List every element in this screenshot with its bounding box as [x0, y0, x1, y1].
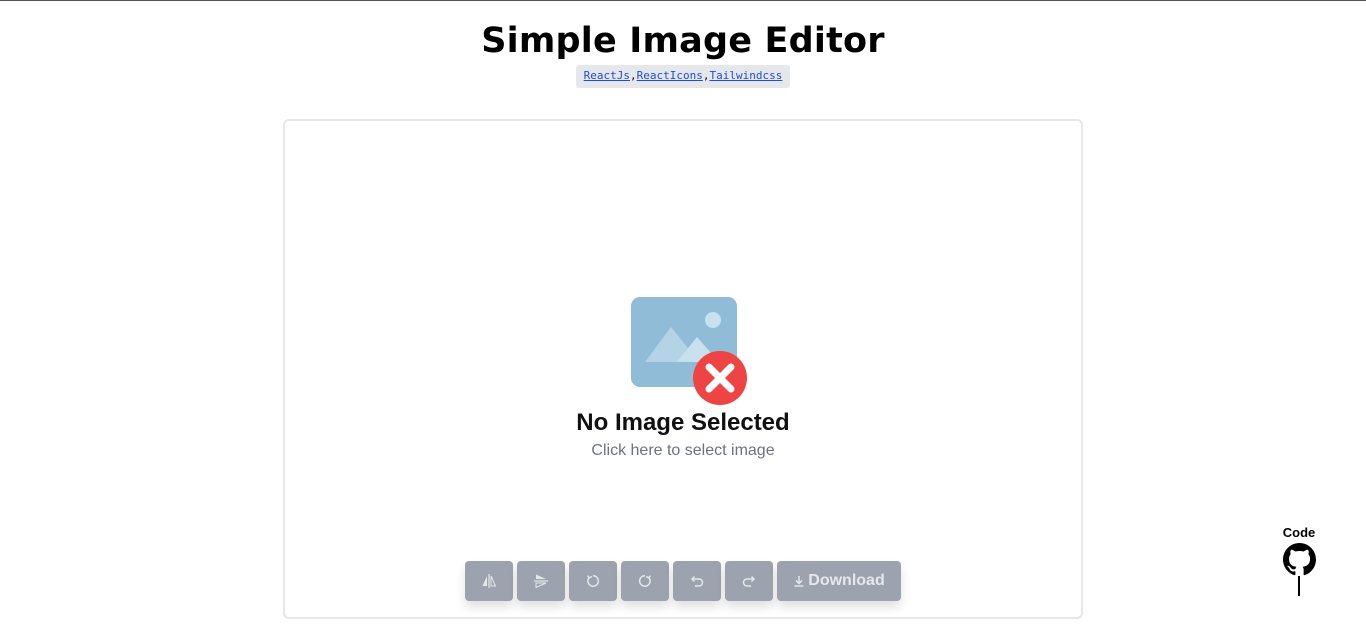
image-error-icon — [631, 297, 747, 405]
top-border — [0, 0, 1366, 1]
code-label: Code — [1282, 525, 1316, 540]
tech-link-tailwindcss[interactable]: Tailwindcss — [709, 69, 782, 82]
undo-icon — [690, 575, 704, 587]
tech-separator: , — [630, 69, 637, 82]
empty-state-subtitle: Click here to select image — [591, 442, 775, 459]
download-label: Download — [808, 572, 885, 589]
undo-button[interactable] — [673, 561, 721, 601]
download-button[interactable]: Download — [777, 561, 901, 601]
page-header: Simple Image Editor ReactJs,ReactIcons,T… — [0, 18, 1366, 88]
page-title: Simple Image Editor — [481, 21, 885, 61]
flip-horizontal-icon — [482, 574, 497, 588]
rotate-left-button[interactable] — [569, 561, 617, 601]
empty-state-title: No Image Selected — [576, 409, 790, 436]
github-icon — [1282, 543, 1316, 576]
select-image-area[interactable]: No Image Selected Click here to select i… — [285, 121, 1081, 551]
rotate-left-icon — [587, 575, 600, 587]
tech-link-reacticons[interactable]: ReactIcons — [637, 69, 703, 82]
editor-panel: No Image Selected Click here to select i… — [283, 119, 1083, 619]
flip-vertical-button[interactable] — [517, 561, 565, 601]
flip-vertical-icon — [534, 574, 548, 589]
tech-link-reactjs[interactable]: ReactJs — [584, 69, 630, 82]
flip-horizontal-button[interactable] — [465, 561, 513, 601]
redo-button[interactable] — [725, 561, 773, 601]
rotate-right-icon — [638, 575, 651, 587]
tech-stack-badge: ReactJs,ReactIcons,Tailwindcss — [575, 65, 791, 88]
redo-icon — [742, 575, 756, 587]
rotate-right-button[interactable] — [621, 561, 669, 601]
download-icon — [794, 576, 804, 587]
editor-toolbar: Download — [465, 561, 901, 601]
code-link-stem — [1298, 576, 1300, 596]
source-code-link[interactable]: Code — [1276, 524, 1322, 596]
